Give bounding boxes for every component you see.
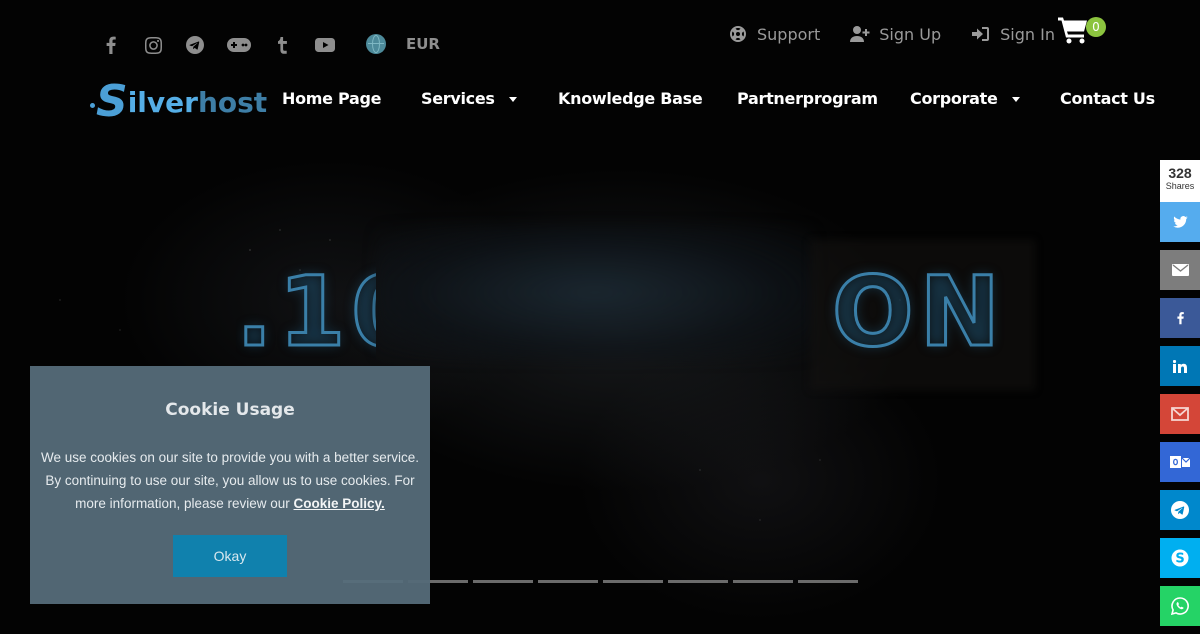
nav-corporate[interactable]: Corporate — [910, 89, 1020, 108]
gmail-icon — [1171, 407, 1189, 421]
svg-text:S: S — [1175, 552, 1184, 567]
nav-services[interactable]: Services — [421, 89, 517, 108]
sign-in-label: Sign In — [1000, 24, 1055, 44]
nav-contact-us[interactable]: Contact Us — [1060, 89, 1155, 108]
share-count: 328 Shares — [1160, 160, 1200, 202]
cookie-okay-button[interactable]: Okay — [173, 535, 287, 577]
slider-indicator-8[interactable] — [798, 580, 858, 583]
nav-label: Corporate — [910, 89, 998, 108]
social-links — [100, 34, 356, 56]
nav-partnerprogram[interactable]: Partnerprogram — [737, 89, 878, 108]
gamepad-icon[interactable] — [226, 34, 252, 56]
logo-text-primary: ilver — [127, 85, 198, 119]
tumblr-icon[interactable] — [272, 34, 294, 56]
logo-dot — [90, 102, 95, 108]
share-linkedin-button[interactable] — [1160, 346, 1200, 386]
twitter-icon — [1172, 216, 1188, 228]
slider-indicator-7[interactable] — [733, 580, 793, 583]
sign-up-label: Sign Up — [879, 24, 942, 44]
facebook-icon[interactable] — [100, 34, 122, 56]
telegram-icon — [1171, 501, 1189, 519]
logo-text-secondary: host — [197, 85, 268, 119]
globe-icon — [366, 34, 386, 54]
cookie-consent-dialog: Cookie Usage We use cookies on our site … — [30, 366, 430, 604]
cart-icon — [1058, 17, 1087, 44]
outlook-icon — [1170, 456, 1190, 468]
whatsapp-icon — [1171, 597, 1189, 615]
slider-indicator-5[interactable] — [603, 580, 663, 583]
caret-down-icon — [1011, 97, 1020, 102]
share-outlook-button[interactable] — [1160, 442, 1200, 482]
cart-count-badge: 0 — [1086, 17, 1106, 37]
currency-selector[interactable]: EUR — [366, 34, 440, 54]
main-nav: Home Page Services Knowledge Base Partne… — [282, 89, 1200, 113]
instagram-icon[interactable] — [142, 34, 164, 56]
share-skype-button[interactable]: S — [1160, 538, 1200, 578]
site-logo[interactable]: S ilver host — [90, 80, 267, 124]
share-sidebar: 328 Shares S — [1160, 160, 1200, 634]
slider-indicator-4[interactable] — [538, 580, 598, 583]
linkedin-icon — [1173, 359, 1187, 373]
skype-icon: S — [1171, 549, 1189, 567]
facebook-icon — [1176, 312, 1184, 325]
hero-headline-left: .10 — [236, 262, 376, 362]
cookie-policy-link[interactable]: Cookie Policy. — [294, 496, 385, 511]
support-link[interactable]: Support — [728, 22, 820, 46]
logo-mark: S — [96, 76, 128, 127]
lifebuoy-icon — [728, 25, 748, 43]
support-label: Support — [757, 24, 821, 44]
nav-label: Contact Us — [1060, 89, 1155, 108]
sign-in-icon — [971, 25, 991, 43]
currency-label: EUR — [406, 35, 440, 53]
share-count-label: Shares — [1165, 181, 1195, 191]
nav-label: Partnerprogram — [737, 89, 878, 108]
account-links: Support Sign Up Sign In — [728, 22, 1085, 46]
nav-label: Home Page — [282, 89, 382, 108]
slider-indicator-6[interactable] — [668, 580, 728, 583]
cookie-title: Cookie Usage — [165, 400, 295, 420]
youtube-icon[interactable] — [314, 34, 336, 56]
share-count-number: 328 — [1168, 165, 1192, 181]
share-gmail-button[interactable] — [1160, 394, 1200, 434]
sign-in-link[interactable]: Sign In — [971, 22, 1055, 46]
share-telegram-button[interactable] — [1160, 490, 1200, 530]
nav-home-page[interactable]: Home Page — [282, 89, 381, 108]
cookie-message-line-1: We use cookies on our site to provide yo… — [41, 450, 419, 465]
share-whatsapp-button[interactable] — [1160, 586, 1200, 626]
telegram-icon[interactable] — [184, 34, 206, 56]
caret-down-icon — [508, 97, 517, 102]
nav-knowledge-base[interactable]: Knowledge Base — [558, 89, 703, 108]
cookie-message: We use cookies on our site to provide yo… — [40, 446, 420, 515]
sign-up-link[interactable]: Sign Up — [850, 22, 941, 46]
share-facebook-button[interactable] — [1160, 298, 1200, 338]
user-plus-icon — [850, 25, 870, 43]
cart-button[interactable]: 0 — [1058, 16, 1108, 48]
envelope-icon — [1171, 264, 1189, 276]
hero-blurred-overlay — [375, 225, 815, 360]
cookie-message-line-2: By continuing to use our site, you allow… — [45, 473, 415, 488]
hero-headline-right: ON — [831, 256, 1006, 368]
slider-indicator-3[interactable] — [473, 580, 533, 583]
nav-label: Knowledge Base — [558, 89, 703, 108]
nav-label: Services — [421, 89, 495, 108]
share-twitter-button[interactable] — [1160, 202, 1200, 242]
cookie-message-line-3: more information, please review our — [75, 496, 294, 511]
share-email-button[interactable] — [1160, 250, 1200, 290]
